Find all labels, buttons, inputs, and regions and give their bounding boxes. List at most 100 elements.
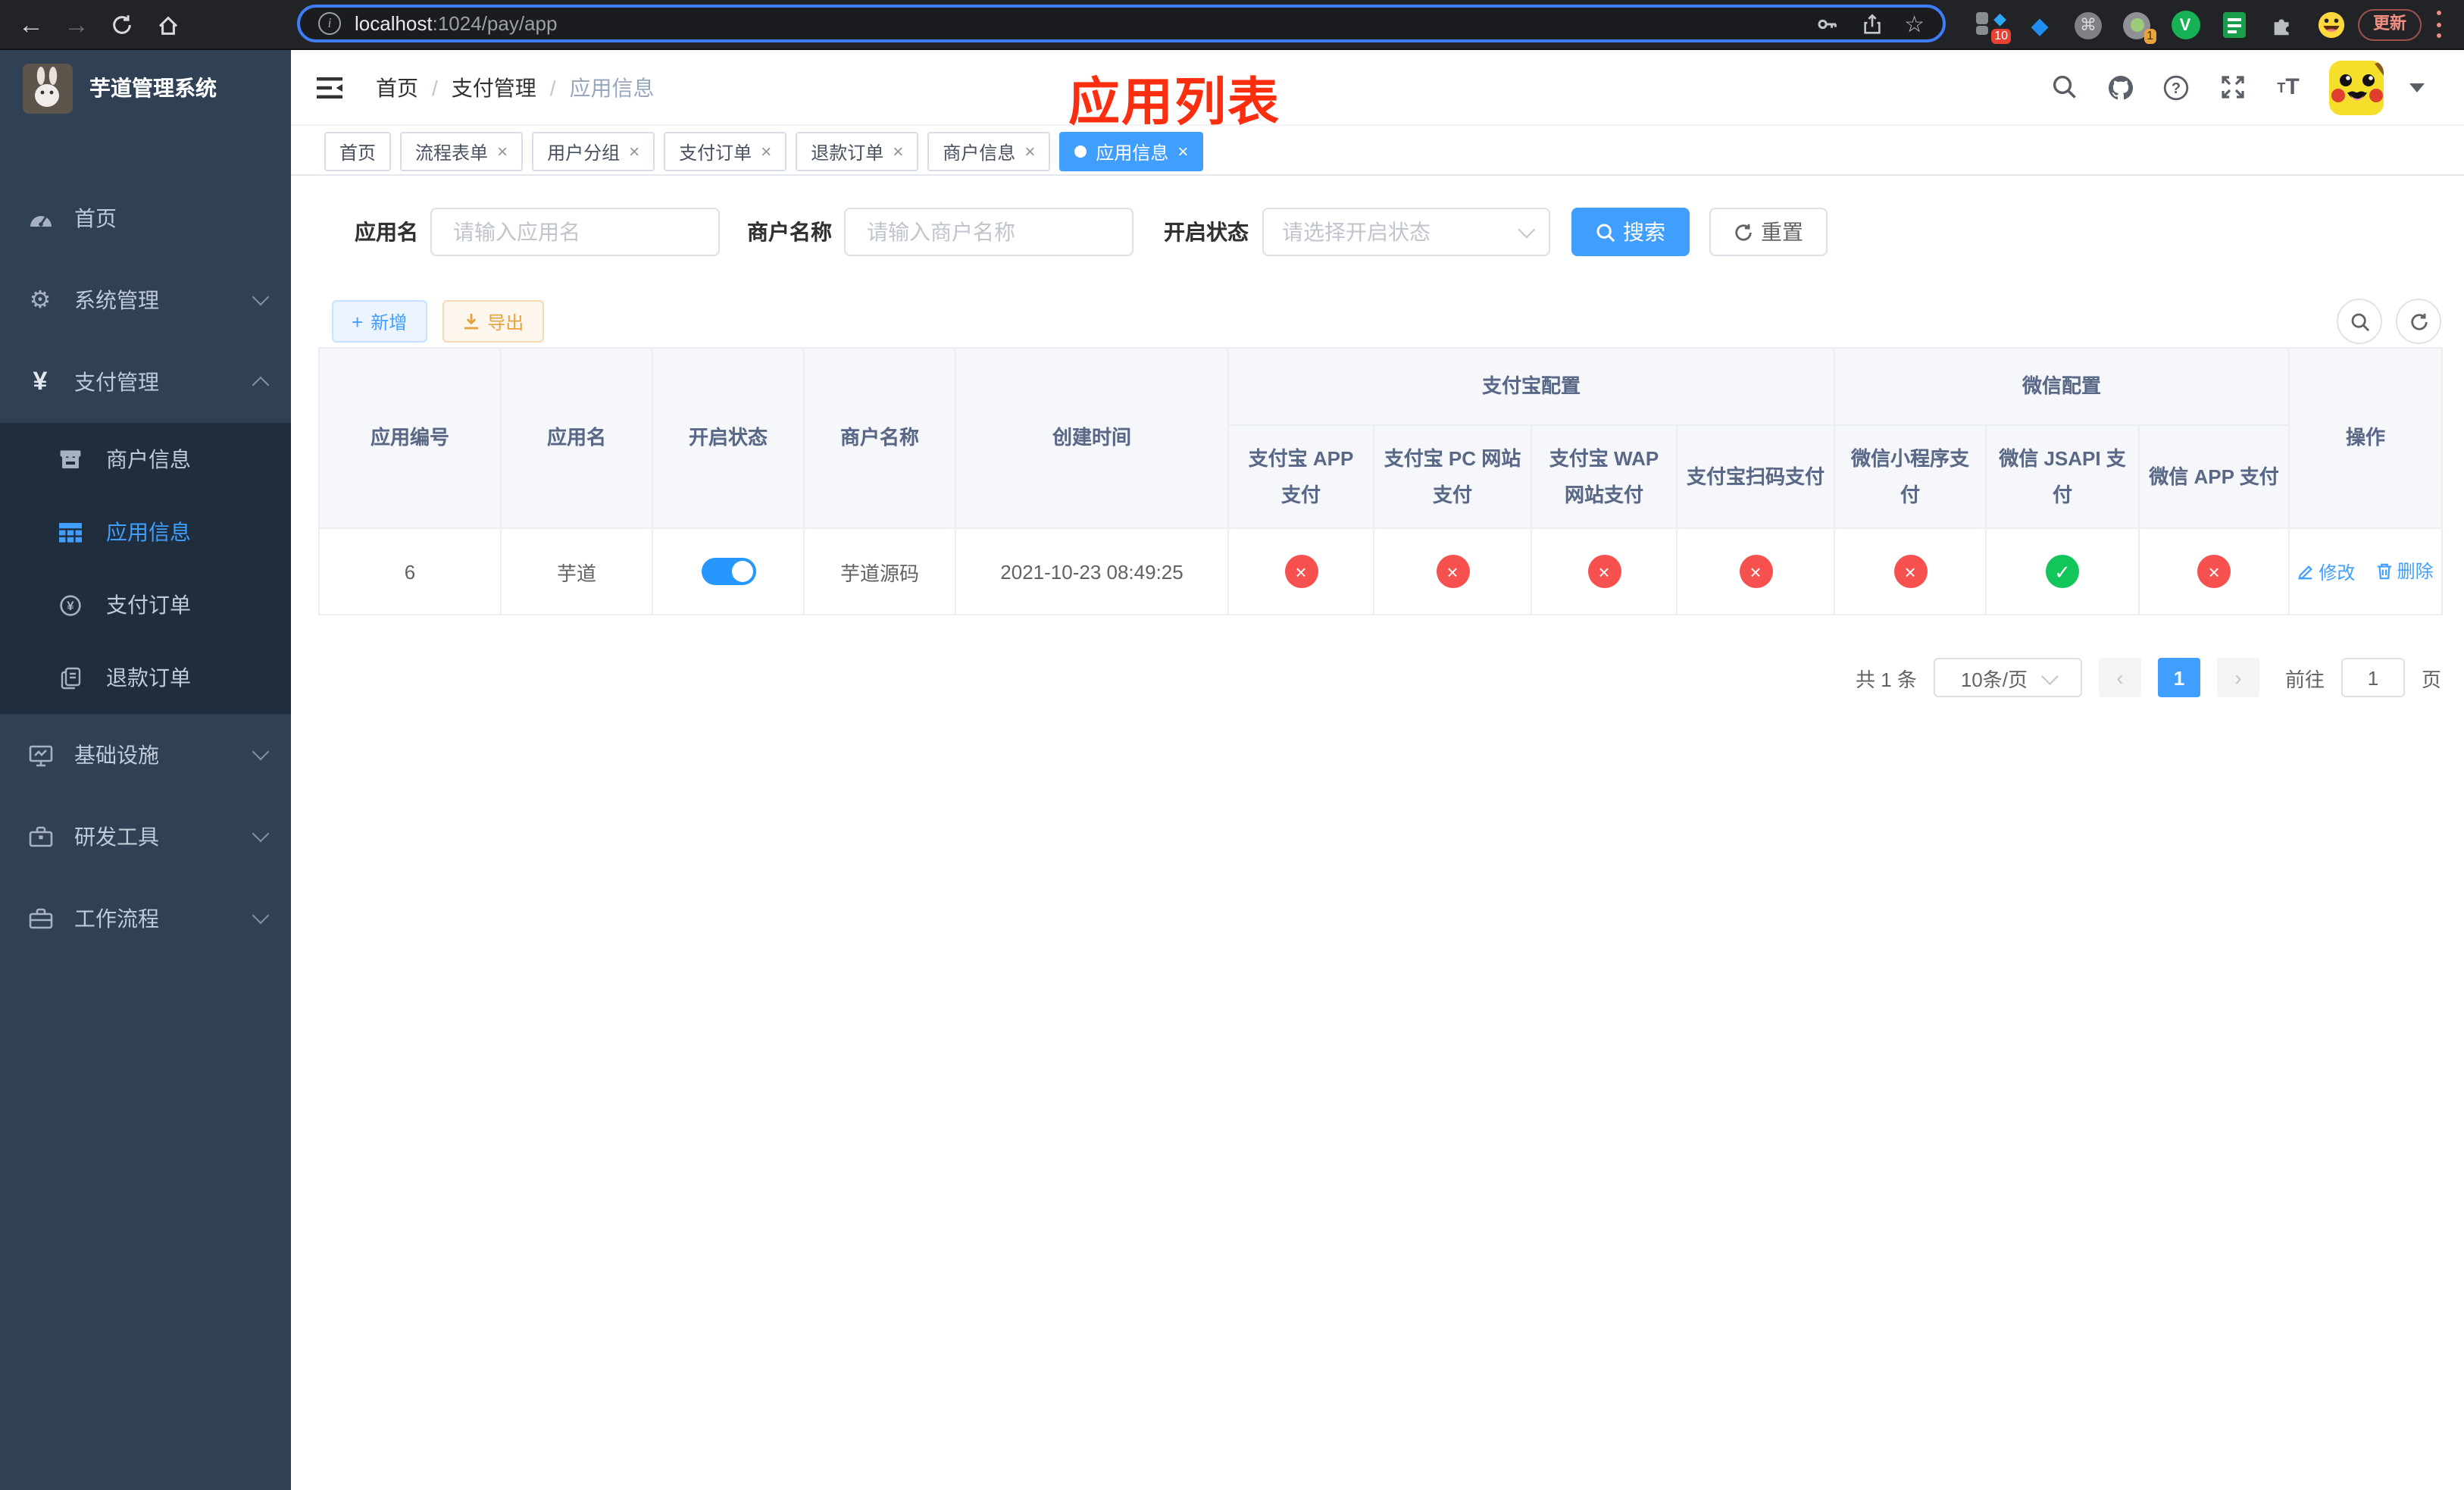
fullscreen-icon[interactable] [2217, 72, 2247, 102]
share-icon[interactable] [1860, 11, 1883, 36]
browser-update-button[interactable]: 更新 [2358, 9, 2422, 41]
active-tab-dot [1074, 146, 1087, 158]
col-created: 创建时间 [955, 347, 1229, 529]
edit-row-button[interactable]: 修改 [2297, 559, 2355, 585]
col-alipay-app: 支付宝 APP 支付 [1227, 424, 1374, 529]
sidebar-item-pay-orders[interactable]: ¥ 支付订单 [0, 568, 291, 641]
goto-label: 前往 [2284, 668, 2325, 690]
app-name-input[interactable] [430, 208, 720, 256]
tab-merchant-info[interactable]: 商户信息 × [927, 132, 1051, 171]
config-status-icon: × [1436, 555, 1469, 588]
browser-home-icon[interactable] [149, 6, 186, 44]
tab-pay-orders[interactable]: 支付订单 × [664, 132, 787, 171]
url-text[interactable]: localhost:1024/pay/app [355, 12, 557, 35]
kite-extension-icon[interactable]: ◆ [2023, 7, 2056, 43]
page-content: 应用名 商户名称 开启状态 请选择开启状态 搜索 [291, 176, 2464, 1490]
notes-extension-icon[interactable] [2217, 7, 2250, 43]
github-icon[interactable] [2105, 72, 2135, 102]
search-icon[interactable] [2049, 72, 2079, 102]
tab-home[interactable]: 首页 [324, 132, 392, 171]
sidebar: 芋道管理系统 首页 ⚙ 系统管理 ¥ 支付管理 商户信息 应用信息 ¥ 支付订单… [0, 50, 291, 1490]
sidebar-item-home[interactable]: 首页 [0, 177, 291, 259]
chevron-down-icon [252, 288, 270, 306]
page-size-select[interactable]: 10条/页 [1933, 658, 2082, 697]
help-icon[interactable]: ? [2161, 72, 2191, 102]
current-page-button[interactable]: 1 [2157, 658, 2200, 697]
merchant-name-input[interactable] [844, 208, 1134, 256]
config-status-icon: × [1739, 555, 1772, 588]
status-select[interactable]: 请选择开启状态 [1262, 208, 1550, 256]
close-tab-icon[interactable]: × [761, 142, 771, 161]
add-button[interactable]: + 新增 [332, 300, 427, 343]
close-tab-icon[interactable]: × [1177, 142, 1188, 161]
breadcrumb-home[interactable]: 首页 [376, 72, 418, 102]
puzzle-extension-icon[interactable] [2265, 7, 2299, 43]
browser-back-icon[interactable]: ← [12, 6, 50, 44]
sidebar-item-merchant-info[interactable]: 商户信息 [0, 423, 291, 496]
close-tab-icon[interactable]: × [1024, 142, 1035, 161]
cell-app-id: 6 [318, 527, 502, 615]
sidebar-item-refund-orders[interactable]: 退款订单 [0, 641, 291, 714]
col-group-wechat: 微信配置 [1834, 347, 2290, 426]
show-search-toggle-button[interactable] [2337, 299, 2382, 344]
command-extension-icon[interactable]: ⌘ [2072, 7, 2105, 43]
tab-app-info[interactable]: 应用信息 × [1059, 132, 1204, 171]
cell-created: 2021-10-23 08:49:25 [955, 527, 1229, 615]
page-title-overlay: 应用列表 [1068, 74, 1280, 132]
app-name-label: 应用名 [355, 220, 418, 244]
user-avatar[interactable] [2329, 60, 2384, 114]
sidebar-item-system[interactable]: ⚙ 系统管理 [0, 259, 291, 341]
reset-button[interactable]: 重置 [1709, 208, 1828, 256]
extension-badge: 1 [2143, 28, 2156, 43]
navbar-actions: ? TT [2049, 60, 2464, 114]
sidebar-item-payment[interactable]: ¥ 支付管理 [0, 341, 291, 423]
browser-reload-icon[interactable] [103, 6, 141, 44]
tampermonkey-extension-icon[interactable]: ◆ 10 [1975, 7, 2011, 43]
sidebar-item-infrastructure[interactable]: 基础设施 [0, 714, 291, 796]
merchant-name-input-field[interactable] [864, 218, 1114, 246]
merchant-name-label: 商户名称 [747, 220, 832, 244]
export-button[interactable]: 导出 [442, 300, 544, 343]
browser-forward-icon[interactable]: → [58, 6, 95, 44]
browser-menu-icon[interactable] [2435, 11, 2441, 38]
address-bar[interactable]: i localhost:1024/pay/app ☆ [297, 5, 1946, 42]
breadcrumb-payment[interactable]: 支付管理 [452, 72, 536, 102]
sidebar-item-workflow[interactable]: 工作流程 [0, 878, 291, 959]
prev-page-button[interactable]: ‹ [2098, 658, 2141, 697]
recorder-extension-icon[interactable]: 1 [2120, 7, 2156, 43]
emoji-extension-icon[interactable] [2314, 7, 2347, 43]
browser-toolbar: ← → i localhost:1024/pay/app ☆ ◆ 10 ◆ ⌘ … [0, 0, 2464, 50]
user-menu-caret-icon[interactable] [2409, 83, 2425, 92]
svg-text:¥: ¥ [67, 598, 74, 612]
sidebar-item-app-info[interactable]: 应用信息 [0, 496, 291, 568]
goto-page-input[interactable] [2340, 658, 2405, 697]
site-info-icon[interactable]: i [318, 12, 341, 35]
cell-app-name: 芋道 [500, 527, 653, 615]
close-tab-icon[interactable]: × [497, 142, 508, 161]
refresh-table-button[interactable] [2396, 299, 2441, 344]
password-key-icon[interactable] [1815, 11, 1839, 36]
tab-user-group[interactable]: 用户分组 × [532, 132, 655, 171]
v-extension-icon[interactable]: V [2169, 7, 2202, 43]
sidebar-item-dev-tools[interactable]: 研发工具 [0, 796, 291, 878]
font-size-icon[interactable]: TT [2273, 72, 2303, 102]
app-table: 应用编号 应用名 开启状态 商户名称 创建时间 支付宝配置 微信配置 操作 支付… [318, 347, 2444, 615]
close-tab-icon[interactable]: × [893, 142, 903, 161]
status-toggle[interactable] [701, 558, 755, 585]
bookmark-star-icon[interactable]: ☆ [1904, 10, 1925, 37]
chevron-down-icon [252, 825, 270, 843]
yen-circle-icon: ¥ [58, 593, 83, 616]
collapse-sidebar-icon[interactable] [315, 72, 346, 102]
delete-row-button[interactable]: 删除 [2376, 559, 2434, 584]
top-navbar: 首页 / 支付管理 / 应用信息 ? TT [291, 50, 2464, 126]
tab-refund-orders[interactable]: 退款订单 × [796, 132, 919, 171]
app-logo-row[interactable]: 芋道管理系统 [0, 50, 291, 126]
page-unit-label: 页 [2421, 668, 2441, 690]
close-tab-icon[interactable]: × [629, 142, 639, 161]
app-name-input-field[interactable] [450, 218, 700, 246]
next-page-button[interactable]: › [2216, 658, 2259, 697]
search-button[interactable]: 搜索 [1571, 208, 1690, 256]
tab-process-form[interactable]: 流程表单 × [400, 132, 524, 171]
monitor-chart-icon [27, 743, 53, 766]
trash-icon [2377, 563, 2391, 579]
